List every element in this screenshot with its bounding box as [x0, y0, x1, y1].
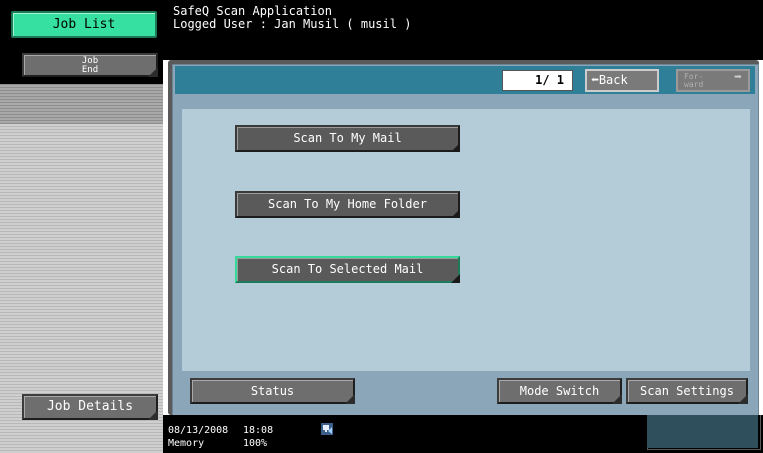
- status-button[interactable]: Status: [190, 378, 355, 404]
- scan-to-home-folder-button[interactable]: Scan To My Home Folder: [235, 191, 460, 218]
- forward-button[interactable]: For- ward ➡: [676, 69, 750, 92]
- back-button[interactable]: ⬅Back: [585, 69, 659, 92]
- right-arrow-icon: ➡: [734, 70, 742, 85]
- network-icon: [321, 423, 333, 435]
- time-text: 18:08: [243, 425, 274, 436]
- navigation-bar: [175, 66, 755, 94]
- left-panel-band: [0, 84, 163, 124]
- job-end-button[interactable]: Job End: [22, 53, 158, 77]
- scan-settings-button[interactable]: Scan Settings: [626, 378, 748, 404]
- page-indicator: 1/ 1: [502, 70, 573, 91]
- left-arrow-icon: ⬅: [591, 73, 599, 88]
- job-details-button[interactable]: Job Details: [22, 394, 158, 420]
- date-text: 08/13/2008: [168, 425, 229, 436]
- memory-label: Memory: [168, 438, 205, 449]
- scan-to-my-mail-button[interactable]: Scan To My Mail: [235, 125, 460, 152]
- back-label: Back: [598, 73, 628, 87]
- mode-switch-button[interactable]: Mode Switch: [497, 378, 622, 404]
- footer-right-panel-fill: [647, 415, 758, 448]
- job-list-button[interactable]: Job List: [11, 11, 157, 38]
- header: SafeQ Scan Application Logged User : Jan…: [163, 0, 763, 60]
- logged-user-text: Logged User : Jan Musil ( musil ): [173, 17, 412, 31]
- job-end-label-line2: End: [81, 65, 99, 75]
- scan-to-selected-mail-button[interactable]: Scan To Selected Mail: [235, 256, 460, 283]
- memory-value: 100%: [243, 438, 268, 449]
